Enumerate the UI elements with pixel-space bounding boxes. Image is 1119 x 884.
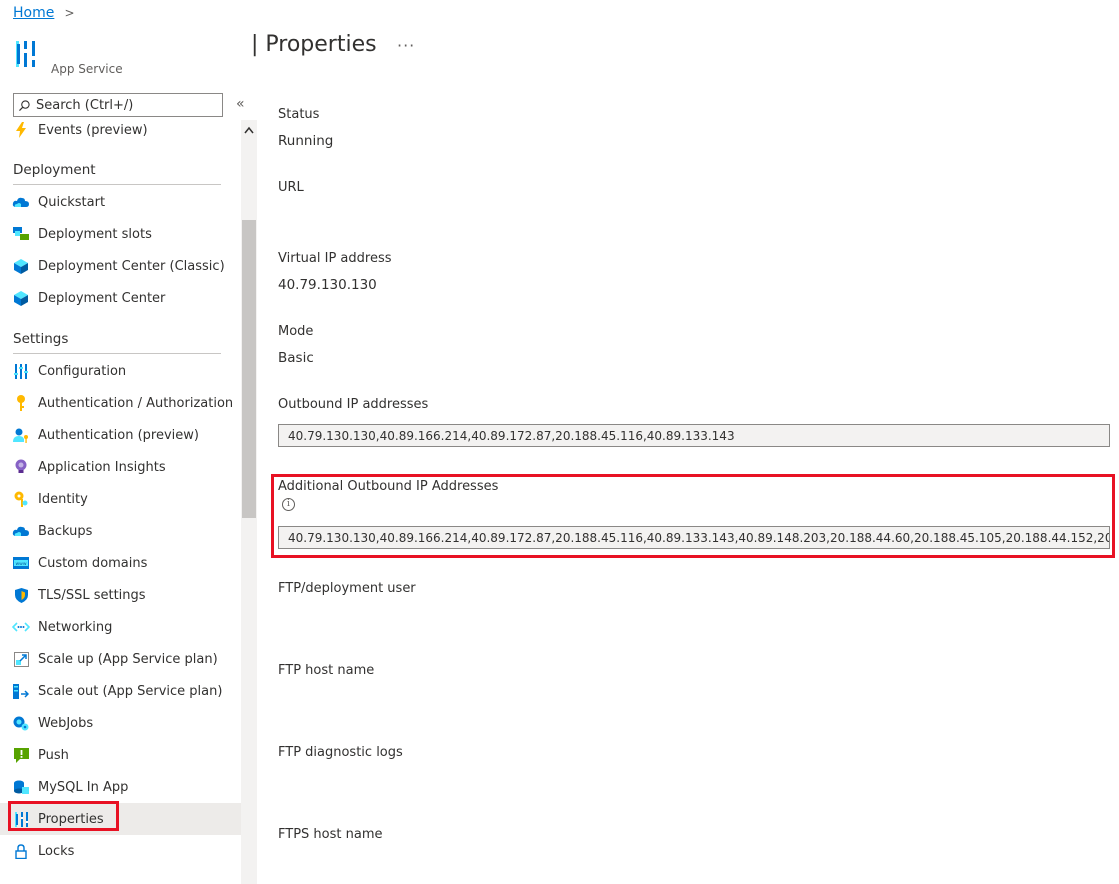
sidebar-item-label: Application Insights xyxy=(38,459,166,475)
status-label: Status xyxy=(278,107,320,122)
sidebar-item-label: Locks xyxy=(38,843,75,859)
sidebar-item-label: Quickstart xyxy=(38,194,106,210)
sidebar-item-configuration[interactable]: Configuration xyxy=(0,355,241,387)
sidebar-item-label: WebJobs xyxy=(38,715,94,731)
info-icon[interactable]: i xyxy=(282,498,295,511)
highlight-box-properties xyxy=(8,801,119,831)
deployment-slots-icon xyxy=(12,225,30,243)
sidebar-item-quickstart[interactable]: Quickstart xyxy=(0,186,241,218)
sidebar-item-scale-out[interactable]: Scale out (App Service plan) xyxy=(0,675,241,707)
ftp-deployment-user-label: FTP/deployment user xyxy=(278,581,416,596)
sliders-icon xyxy=(12,362,30,380)
lightbulb-icon xyxy=(12,458,30,476)
ftp-host-name-label: FTP host name xyxy=(278,663,375,678)
cube-icon xyxy=(12,289,30,307)
ftp-diagnostic-logs-label: FTP diagnostic logs xyxy=(278,745,403,760)
status-value: Running xyxy=(278,133,334,149)
sidebar-item-label: Authentication / Authorization xyxy=(38,395,234,411)
sidebar-item-label: Networking xyxy=(38,619,113,635)
sidebar-item-label: Push xyxy=(38,747,69,763)
key-icon xyxy=(12,394,30,412)
sidebar-item-webjobs[interactable]: WebJobs xyxy=(0,707,241,739)
sidebar-item-tls-ssl-settings[interactable]: TLS/SSL settings xyxy=(0,579,241,611)
webjobs-icon xyxy=(12,714,30,732)
sidebar-item-label: MySQL In App xyxy=(38,779,129,795)
sidebar-scrollbar[interactable] xyxy=(241,120,257,884)
more-options-button[interactable]: ··· xyxy=(397,36,415,55)
breadcrumb: Home > xyxy=(13,5,75,21)
sidebar-item-authentication-authorization[interactable]: Authentication / Authorization xyxy=(0,387,241,419)
section-heading-deployment: Deployment xyxy=(13,162,96,178)
search-placeholder: Search (Ctrl+/) xyxy=(36,97,134,113)
sidebar-item-label: Scale out (App Service plan) xyxy=(38,683,223,699)
scroll-up-arrow-icon[interactable] xyxy=(244,126,254,137)
user-key-icon xyxy=(12,426,30,444)
collapse-sidebar-button[interactable]: « xyxy=(236,96,245,112)
sidebar-item-identity[interactable]: Identity xyxy=(0,483,241,515)
virtual-ip-label: Virtual IP address xyxy=(278,251,392,266)
sidebar-item-locks[interactable]: Locks xyxy=(0,835,241,867)
mysql-icon xyxy=(12,778,30,796)
sidebar-item-label: Authentication (preview) xyxy=(38,427,199,443)
breadcrumb-chevron: > xyxy=(64,6,75,20)
sidebar-item-label: Backups xyxy=(38,523,93,539)
resource-type-label: App Service xyxy=(51,62,123,76)
sidebar-item-scale-up[interactable]: Scale up (App Service plan) xyxy=(0,643,241,675)
sidebar-item-networking[interactable]: Networking xyxy=(0,611,241,643)
section-heading-settings: Settings xyxy=(13,331,69,347)
cloud-backup-icon xyxy=(12,522,30,540)
cube-icon xyxy=(12,257,30,275)
section-divider xyxy=(13,184,221,185)
breadcrumb-home-link[interactable]: Home xyxy=(13,5,54,21)
lightning-icon xyxy=(12,121,30,139)
ftps-host-name-label: FTPS host name xyxy=(278,827,383,842)
mode-label: Mode xyxy=(278,324,314,339)
push-notification-icon xyxy=(12,746,30,764)
sidebar-item-deployment-slots[interactable]: Deployment slots xyxy=(0,218,241,250)
mode-value: Basic xyxy=(278,350,314,366)
sidebar-item-deployment-center[interactable]: Deployment Center xyxy=(0,282,241,314)
sidebar-item-label: Deployment Center (Classic) xyxy=(38,258,225,274)
sidebar-item-backups[interactable]: Backups xyxy=(0,515,241,547)
scale-up-icon xyxy=(12,650,30,668)
sidebar-item-label: Events (preview) xyxy=(38,122,148,138)
sidebar-item-push[interactable]: Push xyxy=(0,739,241,771)
sidebar-item-application-insights[interactable]: Application Insights xyxy=(0,451,241,483)
sidebar-item-mysql-in-app[interactable]: MySQL In App xyxy=(0,771,241,803)
additional-outbound-ip-field[interactable]: 40.79.130.130,40.89.166.214,40.89.172.87… xyxy=(278,526,1110,549)
section-divider xyxy=(13,353,221,354)
sidebar-item-label: TLS/SSL settings xyxy=(38,587,146,603)
scale-out-icon xyxy=(12,682,30,700)
sidebar-item-label: Deployment Center xyxy=(38,290,166,306)
sidebar-item-deployment-center-classic[interactable]: Deployment Center (Classic) xyxy=(0,250,241,282)
sidebar-item-label: Custom domains xyxy=(38,555,148,571)
networking-icon xyxy=(12,618,30,636)
lock-icon xyxy=(12,842,30,860)
sidebar-item-authentication-preview[interactable]: Authentication (preview) xyxy=(0,419,241,451)
sidebar-item-custom-domains[interactable]: www Custom domains xyxy=(0,547,241,579)
sidebar-item-events[interactable]: Events (preview) xyxy=(0,114,241,146)
search-icon xyxy=(19,99,30,111)
outbound-ip-label: Outbound IP addresses xyxy=(278,397,429,412)
svg-text:www: www xyxy=(15,562,26,567)
cloud-icon xyxy=(12,193,30,211)
www-icon: www xyxy=(12,554,30,572)
sidebar-item-label: Identity xyxy=(38,491,88,507)
scrollbar-thumb[interactable] xyxy=(242,220,256,518)
url-label: URL xyxy=(278,180,304,195)
sidebar-item-label: Configuration xyxy=(38,363,127,379)
virtual-ip-value: 40.79.130.130 xyxy=(278,277,377,293)
additional-outbound-ip-label: Additional Outbound IP Addresses xyxy=(278,479,499,494)
app-service-icon xyxy=(15,41,39,73)
sidebar-item-label: Deployment slots xyxy=(38,226,152,242)
identity-key-icon xyxy=(12,490,30,508)
shield-icon xyxy=(12,586,30,604)
outbound-ip-field[interactable]: 40.79.130.130,40.89.166.214,40.89.172.87… xyxy=(278,424,1110,447)
sidebar-item-label: Scale up (App Service plan) xyxy=(38,651,218,667)
page-title: | Properties xyxy=(251,32,377,57)
